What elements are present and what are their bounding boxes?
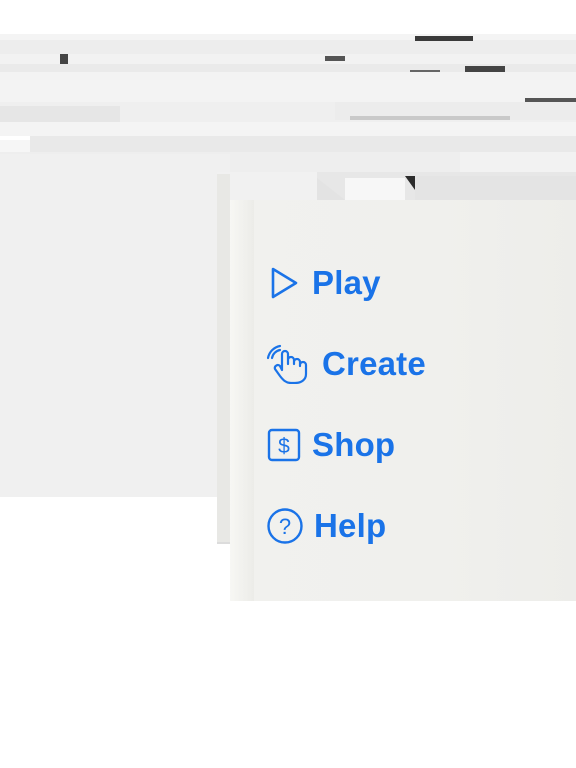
game-scene: Play Create $ Shop ? Help — [0, 0, 576, 768]
menu-item-label: Play — [312, 264, 381, 301]
svg-text:?: ? — [279, 514, 291, 539]
question-circle-icon: ? — [266, 507, 304, 545]
menu-item-shop[interactable]: $ Shop — [266, 423, 395, 467]
menu-item-label: Help — [314, 507, 387, 544]
menu-item-create[interactable]: Create — [266, 342, 426, 386]
menu-item-help[interactable]: ? Help — [266, 504, 386, 548]
play-icon — [266, 265, 302, 301]
menu-panel-edge — [230, 200, 254, 601]
menu-item-label: Create — [322, 345, 426, 382]
svg-text:$: $ — [278, 435, 290, 458]
menu-item-play[interactable]: Play — [266, 261, 381, 305]
menu-item-label: Shop — [312, 426, 396, 463]
hand-tap-icon — [266, 344, 312, 384]
dollar-tag-icon: $ — [266, 427, 302, 463]
